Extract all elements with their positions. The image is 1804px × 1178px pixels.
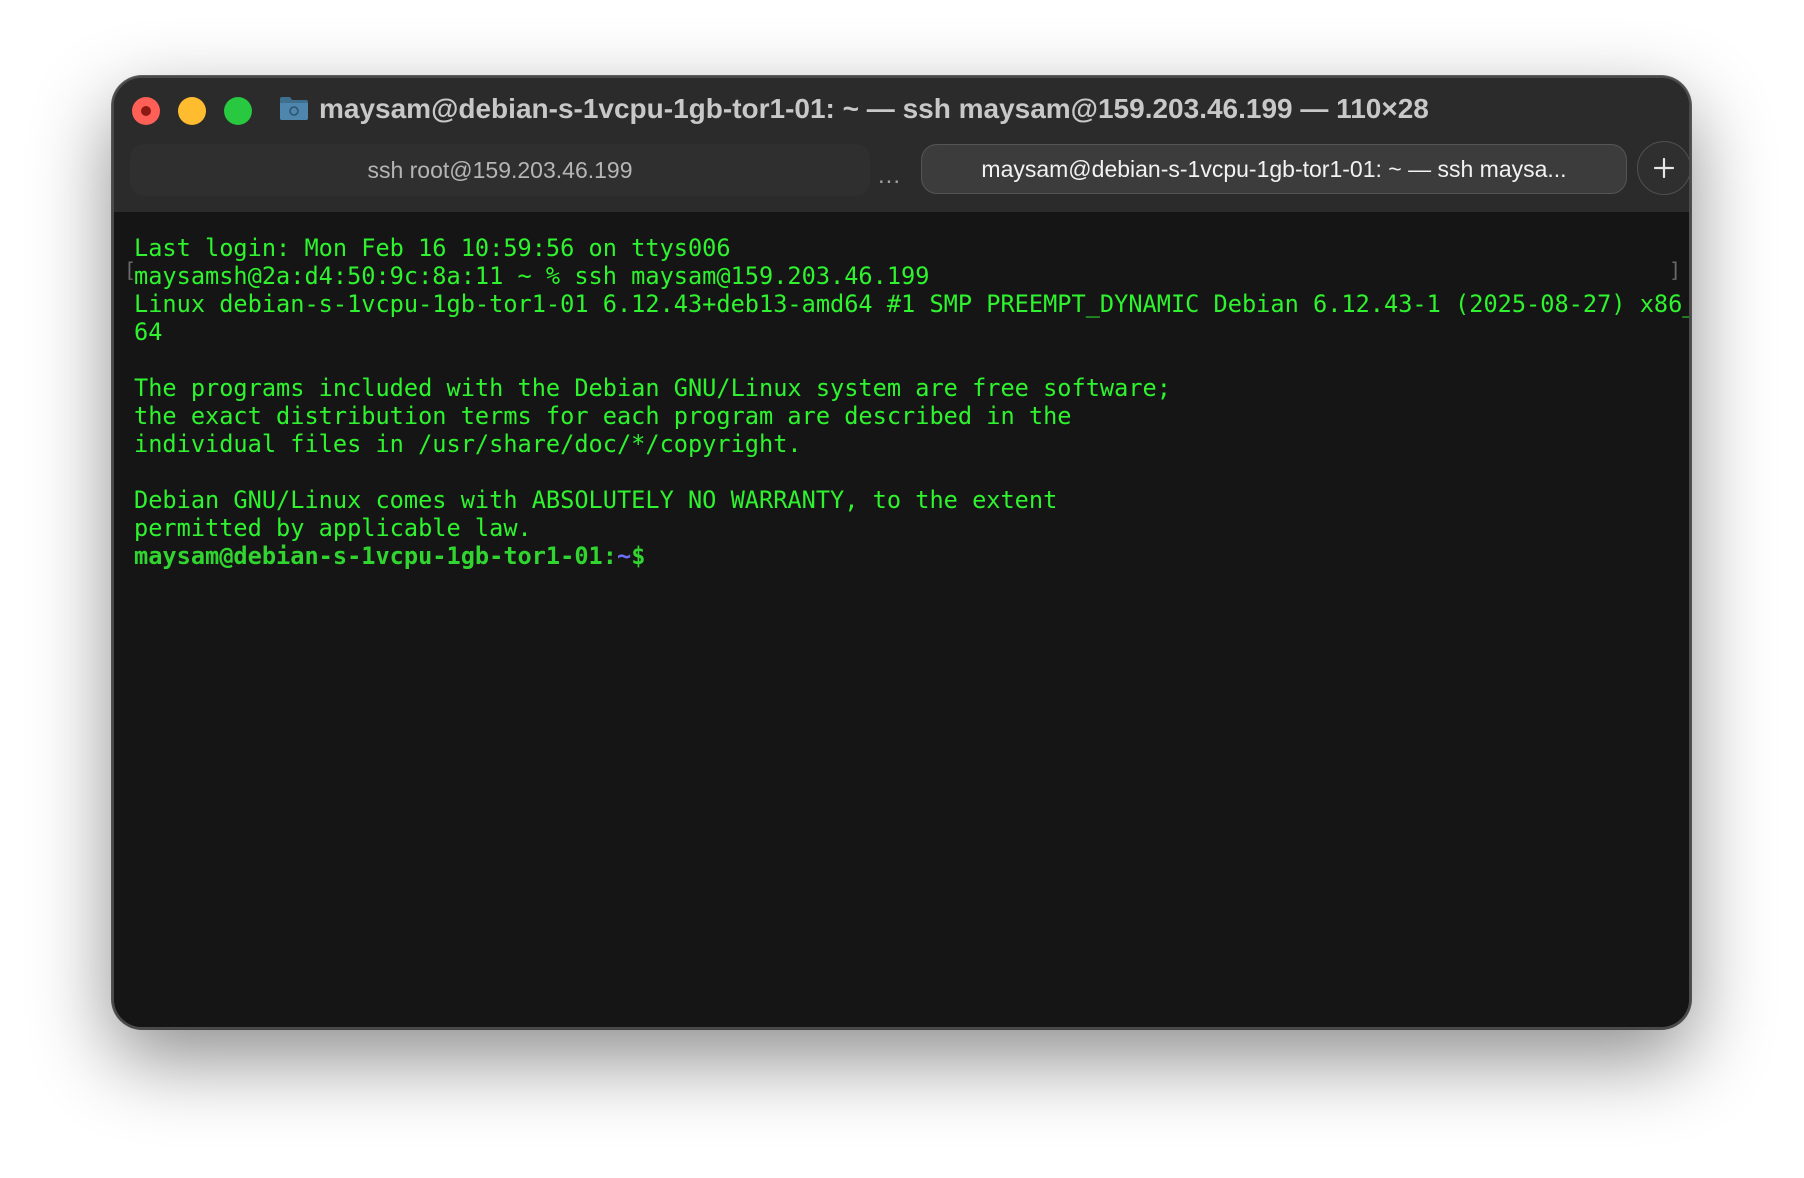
mark-bracket-left: [ bbox=[124, 258, 137, 282]
prompt-path: ~ bbox=[616, 542, 632, 570]
terminal-line: Last login: Mon Feb 16 10:59:56 on ttys0… bbox=[134, 234, 731, 262]
close-window-button[interactable] bbox=[132, 97, 160, 125]
terminal-line: the exact distribution terms for each pr… bbox=[134, 402, 1072, 430]
tab-ssh-root[interactable]: ssh root@159.203.46.199 bbox=[130, 144, 870, 196]
terminal-line: The programs included with the Debian GN… bbox=[134, 374, 1171, 402]
zoom-window-button[interactable] bbox=[224, 97, 252, 125]
tab-ssh-maysam[interactable]: maysam@debian-s-1vcpu-1gb-tor1-01: ~ — s… bbox=[921, 144, 1627, 194]
plus-icon bbox=[1653, 157, 1675, 179]
prompt-user-host: maysam@debian-s-1vcpu-1gb-tor1-01 bbox=[134, 542, 603, 570]
prompt-separator: : bbox=[602, 542, 617, 570]
window-title: maysam@debian-s-1vcpu-1gb-tor1-01: ~ — s… bbox=[319, 93, 1429, 124]
mark-bracket-right: ] bbox=[1668, 258, 1681, 282]
terminal-line: individual files in /usr/share/doc/*/cop… bbox=[134, 430, 802, 458]
tab-overflow-indicator[interactable]: ... bbox=[878, 162, 901, 190]
terminal-window: maysam@debian-s-1vcpu-1gb-tor1-01: ~ — s… bbox=[112, 76, 1691, 1029]
tab-label: maysam@debian-s-1vcpu-1gb-tor1-01: ~ — s… bbox=[981, 155, 1567, 182]
tab-bar: ssh root@159.203.46.199 ... maysam@debia… bbox=[130, 141, 1689, 200]
new-tab-button[interactable] bbox=[1637, 141, 1689, 195]
shell-prompt[interactable]: maysam@debian-s-1vcpu-1gb-tor1-01:~$ bbox=[134, 542, 1689, 570]
terminal-line: 64 bbox=[134, 318, 163, 346]
tab-label: ssh root@159.203.46.199 bbox=[367, 156, 633, 183]
title-bar[interactable]: maysam@debian-s-1vcpu-1gb-tor1-01: ~ — s… bbox=[114, 78, 1689, 212]
prompt-symbol: $ bbox=[631, 542, 646, 570]
terminal-line: maysamsh@2a:d4:50:9c:8a:11 ~ % ssh maysa… bbox=[134, 262, 930, 290]
minimize-window-button[interactable] bbox=[178, 97, 206, 125]
terminal-line: Linux debian-s-1vcpu-1gb-tor1-01 6.12.43… bbox=[134, 290, 1691, 318]
terminal-line: Debian GNU/Linux comes with ABSOLUTELY N… bbox=[134, 486, 1058, 514]
terminal-line: permitted by applicable law. bbox=[134, 514, 532, 542]
folder-icon bbox=[280, 97, 308, 120]
terminal-output[interactable]: [ ] Last login: Mon Feb 16 10:59:56 on t… bbox=[114, 212, 1689, 1027]
